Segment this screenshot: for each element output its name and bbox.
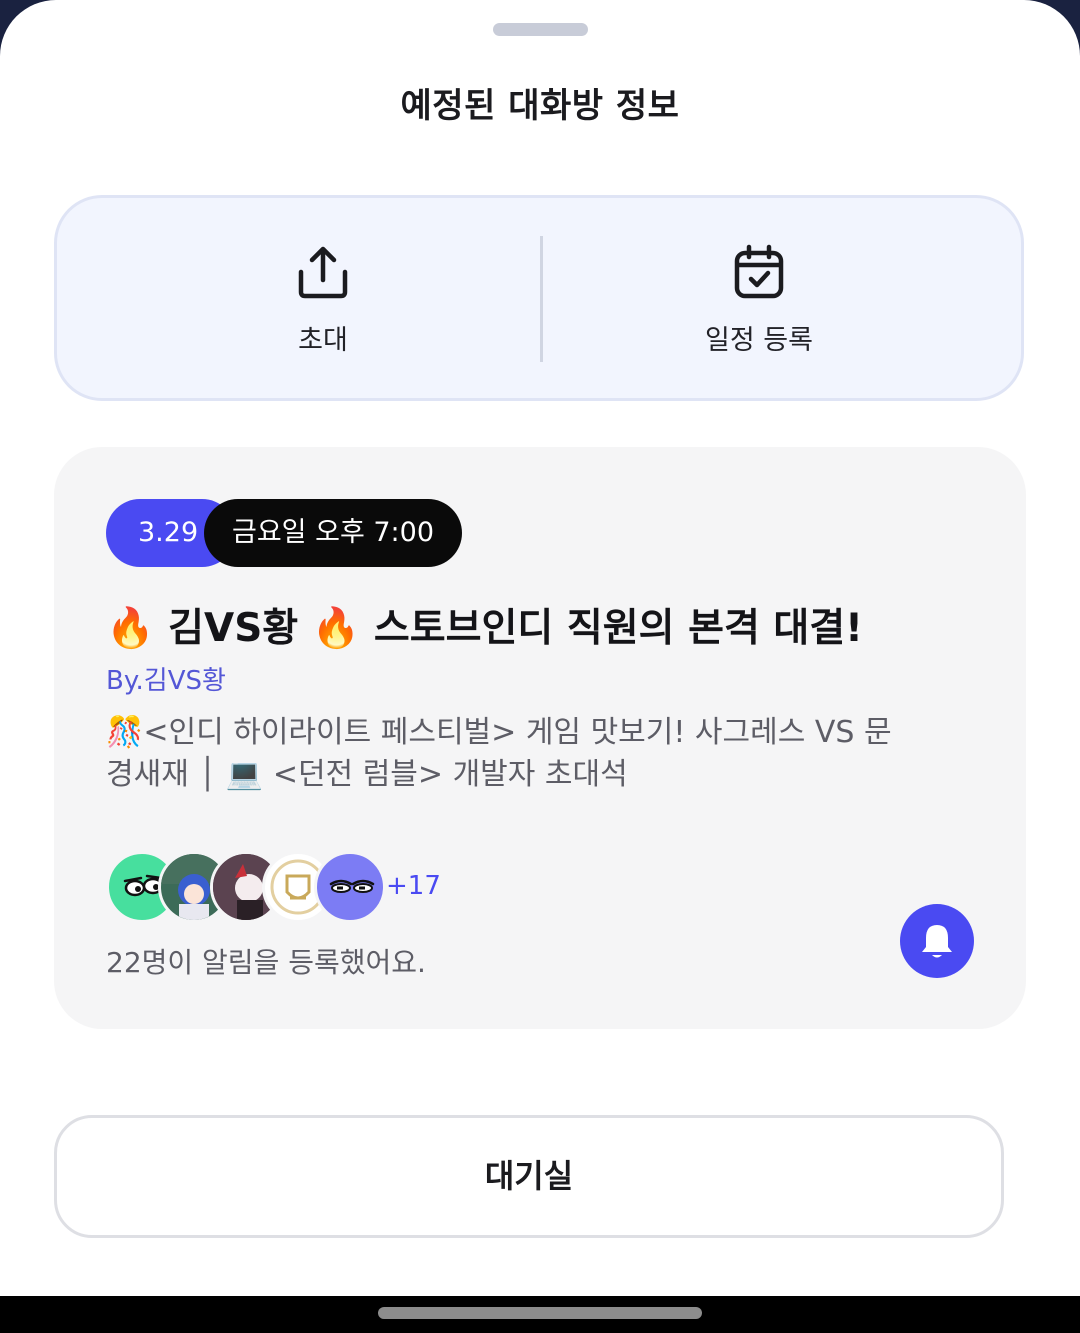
drag-handle[interactable] xyxy=(493,23,588,36)
notify-count-text: 22명이 알림을 등록했어요. xyxy=(106,946,426,979)
schedule-label: 일정 등록 xyxy=(705,325,813,356)
invite-label: 초대 xyxy=(298,325,348,356)
room-author[interactable]: By.김VS황 xyxy=(106,660,226,697)
avatar xyxy=(314,851,386,923)
time-badge: 금요일 오후 7:00 xyxy=(204,499,462,567)
share-upload-icon xyxy=(298,246,348,299)
calendar-check-icon xyxy=(734,244,784,299)
room-title: 🔥 김VS황 🔥 스토브인디 직원의 본격 대결! xyxy=(106,606,863,651)
home-indicator[interactable] xyxy=(378,1307,702,1319)
sheet-title: 예정된 대화방 정보 xyxy=(400,86,680,126)
participant-count: +17 xyxy=(386,871,441,901)
action-panel: 초대 일정 등록 xyxy=(54,195,1024,401)
bell-icon xyxy=(922,925,952,958)
invite-button[interactable]: 초대 xyxy=(83,198,563,398)
room-description: 🎊<인디 하이라이트 페스티벌> 게임 맛보기! 사그레스 VS 문경새재 │ … xyxy=(106,715,892,792)
waiting-room-button[interactable]: 대기실 xyxy=(54,1115,1004,1238)
room-card: 3.29 금요일 오후 7:00 🔥 김VS황 🔥 스토브인디 직원의 본격 대… xyxy=(54,447,1026,1029)
schedule-button[interactable]: 일정 등록 xyxy=(519,198,999,398)
bottom-sheet: 예정된 대화방 정보 초대 일정 등록 3.29 금요일 오후 7:00 🔥 김… xyxy=(0,0,1080,1296)
notify-bell-button[interactable] xyxy=(900,904,974,978)
